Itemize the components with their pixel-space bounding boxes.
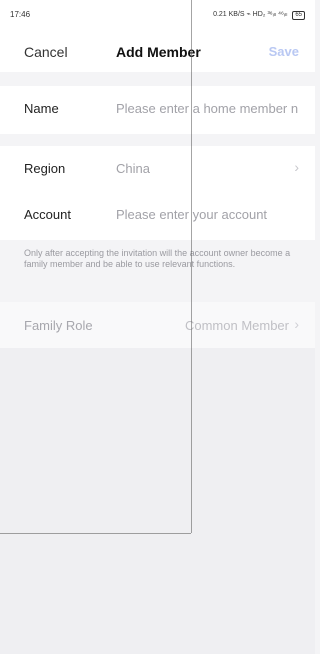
- family-role-label: Family Role: [24, 318, 93, 333]
- chevron-right-icon: ›: [294, 316, 299, 332]
- family-role-value: Common Member: [184, 318, 289, 333]
- account-row[interactable]: Account Please enter your account: [0, 192, 315, 240]
- status-right-icons: 0.21 KB/S ⌁ HD₂ ³⁶ᵢₗₗ ⁴⁶ᵢₗₗ: [213, 11, 288, 18]
- overlay-line-horizontal: [0, 533, 191, 534]
- account-label: Account: [24, 207, 71, 222]
- page-title: Add Member: [116, 44, 201, 60]
- region-row[interactable]: Region China ›: [0, 146, 315, 192]
- invitation-note: Only after accepting the invitation will…: [24, 248, 291, 269]
- name-field[interactable]: Please enter a home member n: [116, 101, 298, 116]
- empty-area: [0, 348, 315, 654]
- region-value: China: [116, 161, 150, 176]
- navigation-bar: Cancel Add Member Save: [0, 32, 315, 72]
- status-time: 17:46: [10, 10, 31, 19]
- battery-icon: 65: [292, 11, 305, 20]
- status-indicators: 0.21 KB/S ⌁ HD₂ ³⁶ᵢₗₗ ⁴⁶ᵢₗₗ 65: [213, 10, 305, 20]
- save-button[interactable]: Save: [269, 44, 299, 59]
- cancel-button[interactable]: Cancel: [24, 44, 68, 60]
- name-label: Name: [24, 101, 59, 116]
- region-label: Region: [24, 161, 66, 176]
- chevron-right-icon: ›: [294, 159, 299, 175]
- overlay-line-vertical: [191, 0, 192, 533]
- family-role-row[interactable]: Family Role Common Member ›: [0, 302, 315, 348]
- status-bar: 17:46 0.21 KB/S ⌁ HD₂ ³⁶ᵢₗₗ ⁴⁶ᵢₗₗ 65: [0, 0, 315, 32]
- name-row[interactable]: Name Please enter a home member n: [0, 86, 315, 134]
